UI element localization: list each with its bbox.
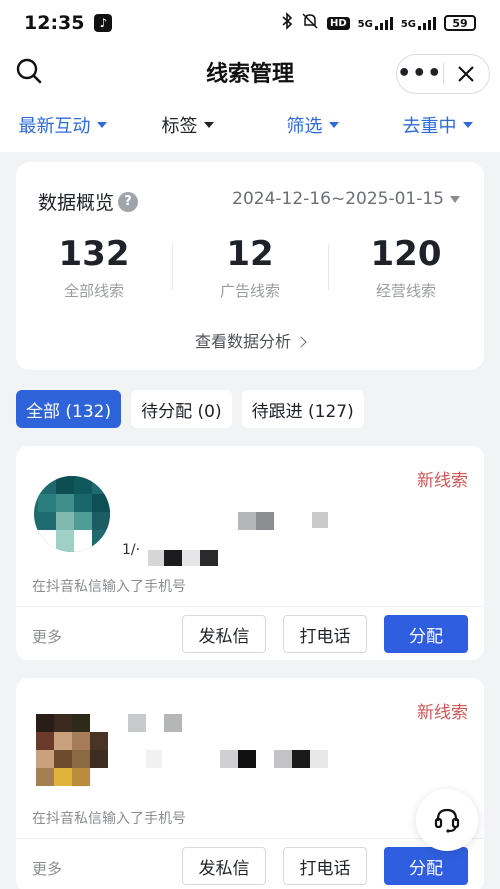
lead-card[interactable]: 新线索 在抖音私信输入了手机号 更多 发私信 打电话 分配 — [16, 678, 484, 889]
signal-icon — [418, 16, 436, 30]
status-time: 12:35 — [24, 12, 85, 34]
caret-down-icon — [462, 122, 473, 128]
signal-5g-1: 5G — [358, 16, 393, 30]
search-icon — [16, 58, 42, 84]
signal-5g-2: 5G — [401, 16, 436, 30]
mini-program-capsule: ••• — [396, 54, 490, 94]
avatar — [34, 714, 110, 786]
filter-dedup[interactable]: 去重中 — [375, 112, 500, 138]
tab-pending-followup[interactable]: 待跟进 (127) — [241, 390, 364, 428]
avatar — [34, 476, 110, 552]
status-icons: HD 5G 5G 59 — [281, 12, 476, 34]
more-link[interactable]: 更多 — [32, 626, 62, 647]
assign-button[interactable]: 分配 — [384, 847, 468, 885]
overview-stats: 132 全部线索 12 广告线索 120 经营线索 — [16, 232, 484, 306]
stat-value: 120 — [370, 234, 442, 274]
battery-icon: 59 — [444, 15, 476, 31]
close-icon — [458, 66, 474, 82]
chevron-right-icon — [295, 336, 307, 348]
new-lead-tag: 新线索 — [417, 471, 468, 491]
hd-badge: HD — [326, 16, 350, 30]
caret-down-icon — [450, 195, 460, 203]
lead-status-tabs: 全部 (132) 待分配 (0) 待跟进 (127) — [16, 390, 364, 428]
caret-down-icon — [328, 122, 339, 128]
tab-unassigned[interactable]: 待分配 (0) — [131, 390, 232, 428]
divider — [16, 838, 484, 839]
tab-all[interactable]: 全部 (132) — [16, 390, 122, 428]
lead-description: 在抖音私信输入了手机号 — [32, 579, 186, 595]
stat-all-leads[interactable]: 132 全部线索 — [16, 232, 172, 306]
send-message-button[interactable]: 发私信 — [182, 847, 266, 885]
lead-card[interactable]: 新线索 1/· 在抖音私信输入了手机号 更多 发私信 打电话 分配 — [16, 446, 484, 660]
more-link[interactable]: 更多 — [32, 858, 62, 879]
page-title: 线索管理 — [205, 62, 294, 87]
filter-bar: 最新互动 标签 筛选 去重中 — [0, 98, 500, 152]
filter-screen[interactable]: 筛选 — [250, 112, 375, 138]
bluetooth-icon — [281, 12, 293, 34]
caret-down-icon — [203, 122, 214, 128]
signal-icon — [374, 16, 393, 30]
stat-label: 全部线索 — [63, 282, 124, 300]
view-data-analysis-link[interactable]: 查看数据分析 — [16, 328, 484, 352]
new-lead-tag: 新线索 — [417, 703, 468, 723]
stat-value: 12 — [226, 234, 274, 274]
close-button[interactable] — [444, 65, 490, 83]
divider — [16, 606, 484, 607]
call-button[interactable]: 打电话 — [283, 615, 367, 653]
stat-ad-leads[interactable]: 12 广告线索 — [172, 232, 328, 306]
date-range-selector[interactable]: 2024-12-16~2025-01-15 — [232, 189, 460, 209]
data-overview-card: 数据概览 ? 2024-12-16~2025-01-15 132 全部线索 12… — [16, 162, 484, 370]
caret-down-icon — [96, 122, 107, 128]
search-button[interactable] — [14, 56, 44, 86]
customer-service-button[interactable] — [416, 789, 478, 851]
tiktok-icon: ♪ — [94, 14, 113, 32]
stat-value: 132 — [58, 234, 130, 274]
filter-latest-interaction[interactable]: 最新互动 — [0, 112, 125, 138]
lead-description: 在抖音私信输入了手机号 — [32, 811, 186, 827]
stat-business-leads[interactable]: 120 经营线索 — [328, 232, 484, 306]
more-dots-icon[interactable]: ••• — [397, 63, 443, 85]
mute-icon — [301, 12, 319, 34]
app-header: 线索管理 ••• — [0, 46, 500, 98]
send-message-button[interactable]: 发私信 — [182, 615, 266, 653]
question-icon[interactable]: ? — [118, 191, 139, 212]
call-button[interactable]: 打电话 — [283, 847, 367, 885]
headset-icon — [434, 808, 460, 833]
status-bar: 12:35 ♪ HD 5G 5G 59 — [0, 0, 500, 46]
filter-tags[interactable]: 标签 — [125, 112, 250, 138]
overview-title: 数据概览 ? — [38, 188, 139, 215]
stat-label: 经营线索 — [375, 282, 436, 300]
stat-label: 广告线索 — [219, 282, 280, 300]
assign-button[interactable]: 分配 — [384, 615, 468, 653]
